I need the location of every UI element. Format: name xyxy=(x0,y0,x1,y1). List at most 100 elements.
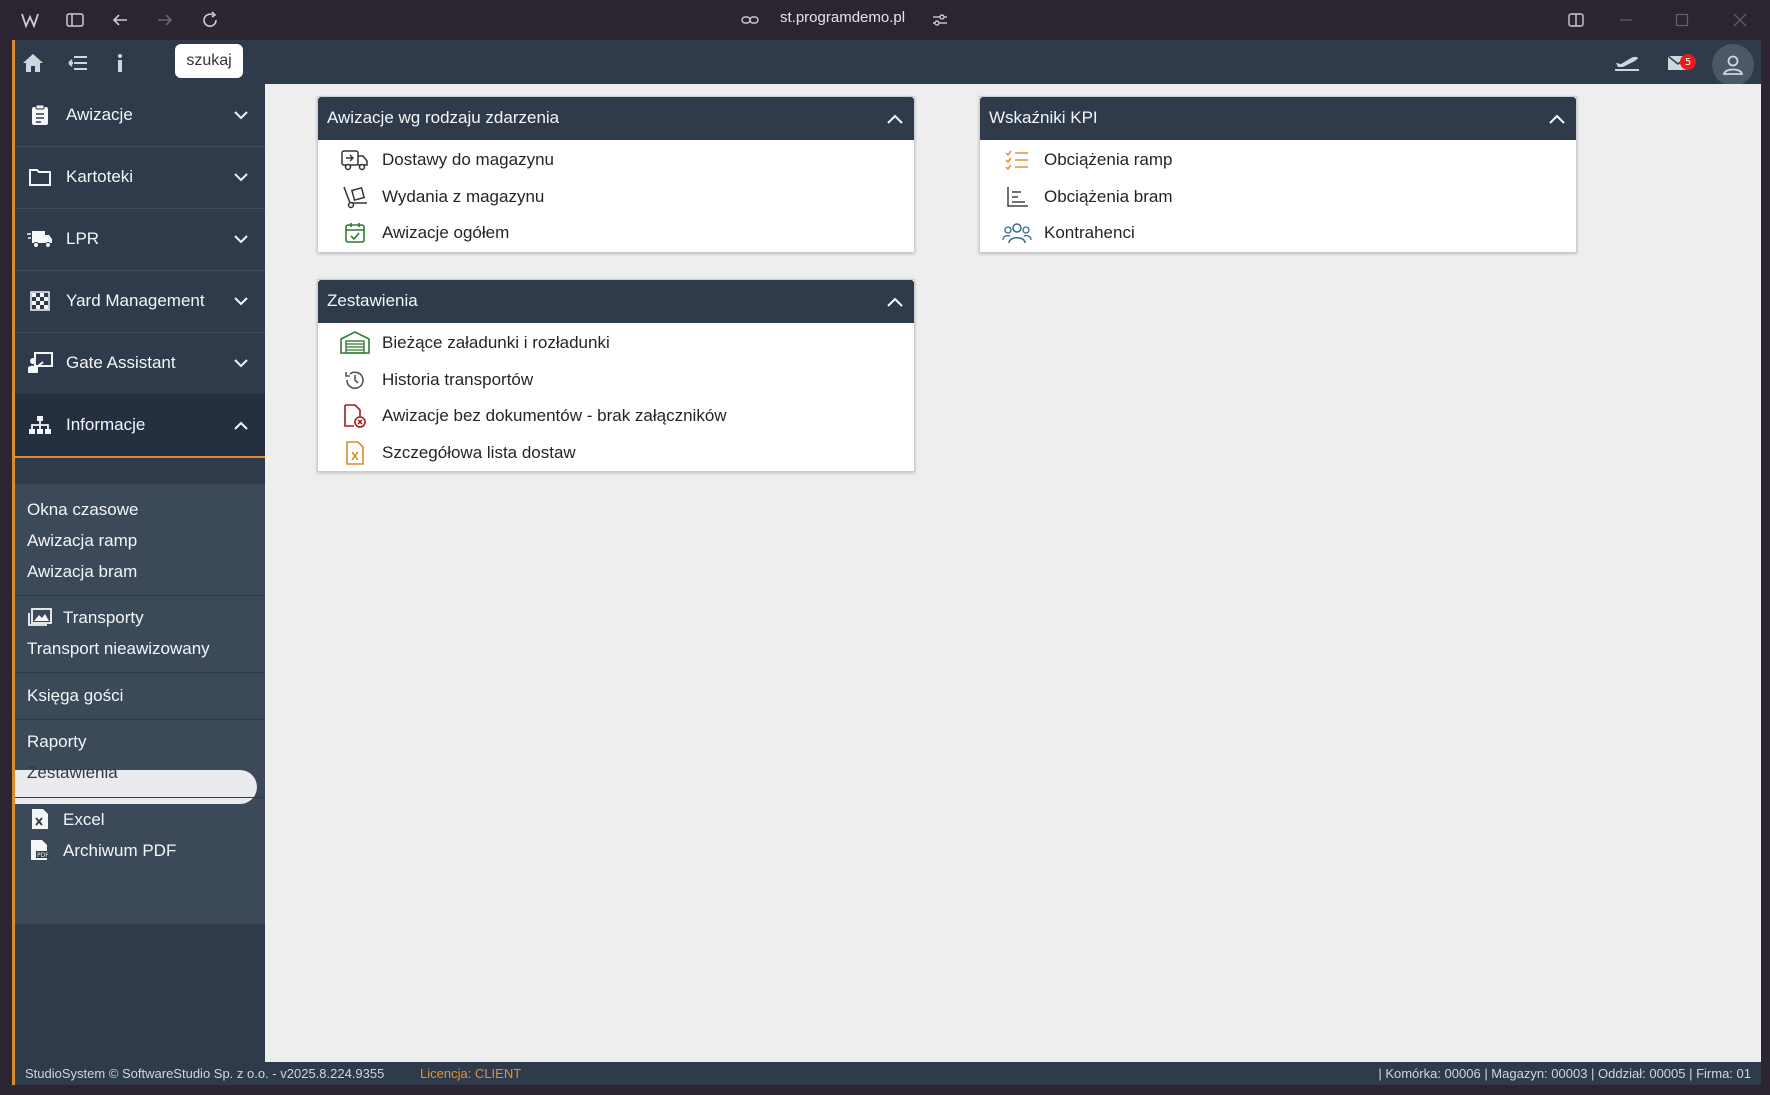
forward-icon[interactable] xyxy=(155,10,175,30)
svg-text:PDF: PDF xyxy=(37,852,49,859)
browser-toolbar: st.programdemo.pl xyxy=(0,0,1770,40)
address-bar-url[interactable]: st.programdemo.pl xyxy=(780,9,905,26)
panel-link-dostawy[interactable]: Dostawy do magazynu xyxy=(318,142,914,179)
maximize-icon[interactable] xyxy=(1672,10,1692,30)
footer-copyright: StudioSystem © SoftwareStudio Sp. z o.o.… xyxy=(25,1066,385,1081)
calendar-check-icon xyxy=(340,219,370,247)
sidebar-item-awizacje[interactable]: Awizacje xyxy=(15,84,265,147)
sidebar: Awizacje Kartoteki LPR Yard Management G… xyxy=(15,84,265,1062)
panel-link-obciazenia-bram[interactable]: Obciążenia bram xyxy=(980,179,1576,216)
divider xyxy=(15,719,265,720)
panel-header[interactable]: Awizacje wg rodzaju zdarzenia xyxy=(318,97,914,140)
chevron-up-icon[interactable] xyxy=(886,110,904,128)
submenu-item-archiwum-pdf[interactable]: Archiwum PDF xyxy=(63,841,176,861)
mail-count-badge: 5 xyxy=(1680,54,1696,70)
panel-kpi: Wskaźniki KPI Obciążenia ramp Obciążenia… xyxy=(979,96,1577,253)
submenu-item-awizacja-bram[interactable]: Awizacja bram xyxy=(27,562,137,582)
panel-link-label: Obciążenia ramp xyxy=(1044,150,1173,170)
sidebar-item-informacje[interactable]: Informacje xyxy=(15,394,265,458)
truck-inbound-icon xyxy=(340,146,370,174)
presenter-icon xyxy=(27,350,53,376)
folder-icon xyxy=(27,164,53,190)
submenu-item-awizacja-ramp[interactable]: Awizacja ramp xyxy=(27,531,137,551)
panel-link-bez-dokumentow[interactable]: Awizacje bez dokumentów - brak załącznik… xyxy=(318,398,914,435)
panel-link-label: Wydania z magazynu xyxy=(382,186,545,206)
informacje-submenu: Okna czasowe Awizacja ramp Awizacja bram… xyxy=(15,484,265,924)
panel-zestawienia: Zestawienia Bieżące załadunki i rozładun… xyxy=(317,279,915,472)
submenu-item-transport-nieawizowany[interactable]: Transport nieawizowany xyxy=(27,639,210,659)
chevron-up-icon[interactable] xyxy=(1548,110,1566,128)
pdf-file-icon: PDF xyxy=(27,839,53,861)
footer-session-info: | Komórka: 00006 | Magazyn: 00003 | Oddz… xyxy=(1378,1066,1751,1081)
panel-link-historia[interactable]: Historia transportów xyxy=(318,362,914,399)
sidebar-item-yard-management[interactable]: Yard Management xyxy=(15,270,265,333)
flight-takeoff-icon[interactable] xyxy=(1612,50,1642,76)
sidebar-item-kartoteki[interactable]: Kartoteki xyxy=(15,146,265,209)
chevron-down-icon xyxy=(233,107,249,123)
app-window: szukaj 5 Awizacje Kartoteki LPR Yard Man… xyxy=(12,40,1761,1085)
submenu-item-transporty[interactable]: Transporty xyxy=(63,608,144,628)
info-icon[interactable] xyxy=(107,50,133,76)
panel-title: Wskaźniki KPI xyxy=(989,108,1098,127)
panel-link-biezace[interactable]: Bieżące załadunki i rozładunki xyxy=(318,325,914,362)
panel-link-szczegolowa[interactable]: Szczegółowa lista dostaw xyxy=(318,435,914,472)
divider xyxy=(15,797,265,798)
sidebar-item-label: Kartoteki xyxy=(66,167,134,186)
user-avatar[interactable] xyxy=(1712,44,1754,86)
sidebar-toggle-icon[interactable] xyxy=(65,10,85,30)
browser-logo-icon[interactable] xyxy=(20,10,40,30)
minimize-icon[interactable] xyxy=(1616,10,1636,30)
panel-header[interactable]: Zestawienia xyxy=(318,280,914,323)
panel-header[interactable]: Wskaźniki KPI xyxy=(980,97,1576,140)
chevron-up-icon[interactable] xyxy=(886,293,904,311)
panel-link-label: Awizacje bez dokumentów - brak załącznik… xyxy=(382,406,727,426)
home-icon[interactable] xyxy=(20,50,46,76)
sidebar-item-gate-assistant[interactable]: Gate Assistant xyxy=(15,332,265,395)
panel-link-wydania[interactable]: Wydania z magazynu xyxy=(318,179,914,216)
panel-link-label: Szczegółowa lista dostaw xyxy=(382,442,576,462)
submenu-item-okna-czasowe[interactable]: Okna czasowe xyxy=(27,500,139,520)
panel-link-label: Historia transportów xyxy=(382,369,534,389)
panel-link-label: Awizacje ogółem xyxy=(382,223,510,243)
submenu-item-zestawienia[interactable]: Zestawienia xyxy=(27,763,118,783)
panel-link-obciazenia-ramp[interactable]: Obciążenia ramp xyxy=(980,142,1576,179)
submenu-item-excel[interactable]: Excel xyxy=(63,810,105,830)
sidebar-item-label: Awizacje xyxy=(66,105,133,124)
sidebar-item-label: Informacje xyxy=(66,415,146,434)
sidebar-item-label: Gate Assistant xyxy=(66,353,176,372)
warehouse-icon xyxy=(340,329,370,357)
sidebar-item-label: Yard Management xyxy=(66,291,205,310)
panel-link-label: Dostawy do magazynu xyxy=(382,150,554,170)
submenu-item-ksiega-gosci[interactable]: Księga gości xyxy=(27,686,123,706)
sidebar-item-lpr[interactable]: LPR xyxy=(15,208,265,271)
panel-link-awizacje-ogolem[interactable]: Awizacje ogółem xyxy=(318,215,914,252)
close-window-icon[interactable] xyxy=(1730,10,1750,30)
bar-chart-horizontal-icon xyxy=(1002,183,1032,211)
chevron-down-icon xyxy=(233,293,249,309)
split-view-icon[interactable] xyxy=(1566,10,1586,30)
user-icon xyxy=(1722,55,1744,75)
chevron-down-icon xyxy=(233,169,249,185)
reload-icon[interactable] xyxy=(200,10,220,30)
clipboard-icon xyxy=(27,102,53,128)
truck-fast-icon xyxy=(27,226,53,252)
images-icon xyxy=(27,606,53,628)
back-icon[interactable] xyxy=(110,10,130,30)
site-settings-icon[interactable] xyxy=(930,10,950,30)
panel-link-label: Obciążenia bram xyxy=(1044,186,1173,206)
sitemap-icon xyxy=(27,412,53,438)
panel-link-label: Bieżące załadunki i rozładunki xyxy=(382,333,610,353)
footer-license: Licencja: CLIENT xyxy=(420,1066,522,1081)
panel-link-label: Kontrahenci xyxy=(1044,223,1135,243)
search-button[interactable]: szukaj xyxy=(175,44,243,78)
excel-file-icon xyxy=(27,808,53,830)
submenu-item-raporty[interactable]: Raporty xyxy=(27,732,87,752)
menu-collapse-icon[interactable] xyxy=(65,50,91,76)
panel-title: Zestawienia xyxy=(327,291,418,310)
history-icon xyxy=(340,366,370,394)
status-footer: StudioSystem © SoftwareStudio Sp. z o.o.… xyxy=(15,1062,1761,1085)
app-topbar: szukaj 5 xyxy=(15,40,1761,86)
divider xyxy=(15,595,265,596)
panel-link-kontrahenci[interactable]: Kontrahenci xyxy=(980,215,1576,252)
checkered-flag-icon xyxy=(27,288,53,314)
